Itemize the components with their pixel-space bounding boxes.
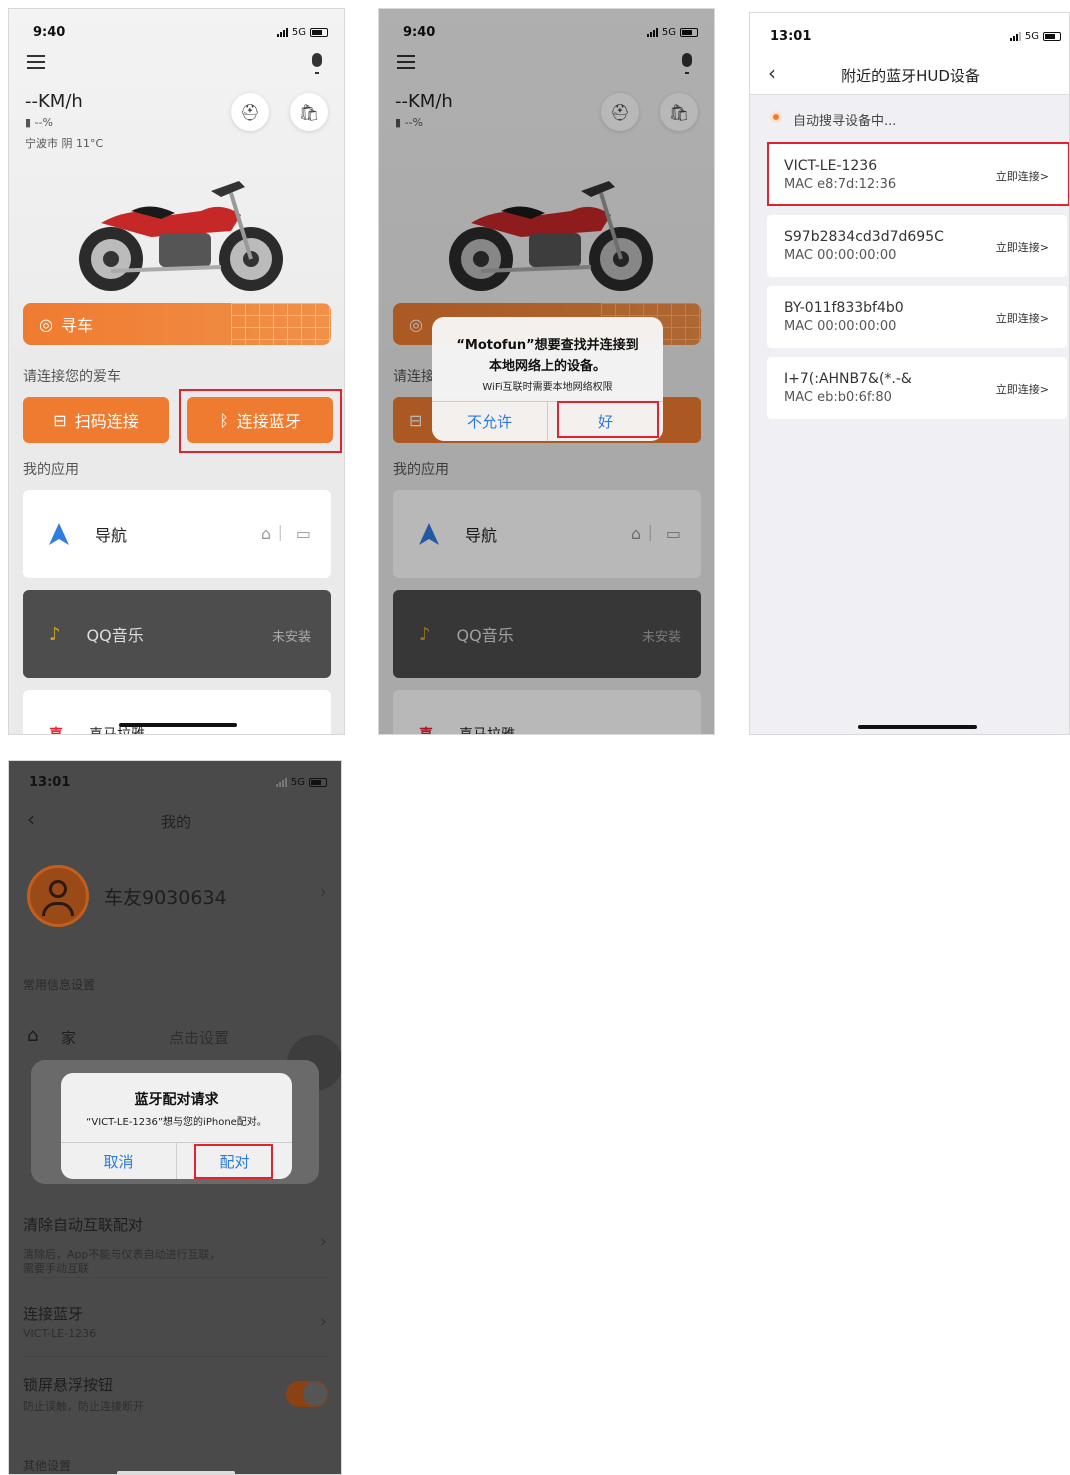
searching-indicator-icon (770, 111, 782, 123)
deny-button[interactable]: 不允许 (432, 402, 547, 441)
status-time: 13:01 (770, 29, 812, 44)
my-apps-heading: 我的应用 (23, 462, 79, 478)
qq-music-icon: ♪ (49, 623, 61, 645)
device-name: BY-011f833bf4b0 (784, 300, 904, 316)
page-title: 我的 (160, 813, 191, 831)
microphone-icon[interactable] (312, 53, 322, 74)
location-pin-icon: ◎ (39, 314, 53, 334)
page-title: 附近的蓝牙HUD设备 (841, 67, 980, 85)
connect-now-link[interactable]: 立即连接> (996, 239, 1049, 255)
device-name: S97b2834cd3d7d695C (784, 229, 944, 245)
device-row[interactable]: I+7(:AHNB7&(*.-& MAC eb:b0:6f:80 立即连接> (767, 357, 1067, 419)
device-row[interactable]: S97b2834cd3d7d695C MAC 00:00:00:00 立即连接> (767, 215, 1067, 277)
briefcase-icon[interactable]: ▭ (296, 524, 311, 543)
screen-bluetooth-devices: 13:01 5G ‹ 附近的蓝牙HUD设备 自动搜寻设备中... VICT-LE… (749, 12, 1070, 735)
app-card-partial[interactable]: 喜 喜马拉雅 (23, 690, 331, 735)
username: 车友9030634 (104, 887, 227, 909)
section-other-settings: 其他设置 (23, 1459, 72, 1473)
fuel-icon: ▮ (25, 116, 32, 129)
helmet-icon-button[interactable]: ⛑ (231, 93, 269, 131)
connect-bluetooth-label[interactable]: 连接蓝牙 (23, 1303, 83, 1324)
scan-connect-label: 扫码连接 (74, 412, 139, 431)
device-mac: MAC 00:00:00:00 (784, 319, 897, 334)
connect-now-link[interactable]: 立即连接> (996, 381, 1049, 397)
highlight-box (179, 389, 342, 453)
status-bar-right: 5G (275, 777, 327, 788)
highlight-box (557, 401, 659, 438)
divider: | (277, 522, 283, 541)
battery-icon (309, 778, 327, 787)
alert-title-line1: “Motofun”想要查找并连接到 (456, 338, 639, 353)
device-row[interactable]: BY-011f833bf4b0 MAC 00:00:00:00 立即连接> (767, 286, 1067, 348)
alert-title-line2: 本地网络上的设备。 (488, 359, 606, 374)
signal-icon (276, 28, 288, 37)
app-card-navigation[interactable]: 导航 ⌂ | ▭ (23, 490, 331, 578)
chevron-right-icon[interactable]: › (320, 1311, 327, 1332)
fuel-value: --% (34, 116, 53, 129)
divider (23, 1277, 327, 1278)
menu-icon[interactable] (27, 55, 45, 69)
home-icon[interactable]: ⌂ (261, 524, 271, 543)
screen-network-permission: 9:40 5G --KM/h ▮ --% ⛑ 🛍 ◎ 请连接 ⊟ 我的应用 导航… (378, 8, 715, 735)
home-value[interactable]: 点击设置 (169, 1027, 229, 1048)
chevron-right-icon[interactable]: › (320, 882, 327, 903)
network-label: 5G (291, 27, 306, 38)
searching-text: 自动搜寻设备中... (793, 114, 897, 129)
status-time: 9:40 (33, 25, 66, 40)
highlight-box (194, 1144, 273, 1179)
cancel-button[interactable]: 取消 (61, 1143, 176, 1179)
network-label: 5G (1024, 31, 1039, 42)
clear-auto-desc-line2: 需要手动互联 (23, 1262, 89, 1275)
find-car-button[interactable]: ◎ 寻车 (23, 303, 331, 345)
lock-float-button-desc: 防止误触，防止连接断开 (23, 1400, 144, 1413)
fuel-readout: ▮ --% (25, 116, 53, 129)
weather-text: 宁波市 阴 11°C (25, 137, 104, 150)
app-card-qq-music[interactable]: ♪ QQ音乐 未安装 (23, 590, 331, 678)
highlight-box (767, 142, 1069, 206)
home-indicator (858, 725, 977, 729)
avatar[interactable] (27, 865, 89, 927)
connect-now-link[interactable]: 立即连接> (996, 310, 1049, 326)
clear-auto-pairing-label[interactable]: 清除自动互联配对 (23, 1214, 143, 1235)
signal-icon (275, 778, 287, 787)
alert-title: 蓝牙配对请求 (134, 1092, 219, 1108)
alert-message: WiFi互联时需要本地网络权限 (482, 382, 613, 393)
device-mac: MAC 00:00:00:00 (784, 248, 897, 263)
navigation-arrow-icon (49, 523, 69, 545)
ximalaya-icon: 喜 (49, 727, 63, 735)
chevron-right-icon[interactable]: › (320, 1231, 327, 1252)
home-indicator (117, 1471, 235, 1474)
connect-prompt: 请连接您的爱车 (23, 369, 121, 385)
home-indicator (119, 723, 237, 727)
home-icon[interactable]: ⌂ (27, 1025, 38, 1046)
status-bar-right: 5G (276, 27, 328, 38)
alert-message: “VICT-LE-1236”想与您的iPhone配对。 (86, 1117, 267, 1128)
device-name: I+7(:AHNB7&(*.-& (784, 371, 912, 387)
speed-readout: --KM/h (25, 91, 83, 112)
battery-icon (310, 28, 328, 37)
grid-decoration (231, 303, 331, 345)
home-label: 家 (61, 1029, 77, 1047)
scan-connect-button[interactable]: ⊟ 扫码连接 (23, 397, 169, 443)
scan-icon: ⊟ (53, 410, 67, 430)
device-mac: MAC eb:b0:6f:80 (784, 390, 892, 405)
screen-home-connect: 9:40 5G --KM/h ▮ --% 宁波市 阴 11°C ⛑ 🛍 ◎ 寻车… (8, 8, 345, 735)
install-status: 未安装 (271, 630, 311, 645)
bag-icon-button[interactable]: 🛍 (290, 93, 328, 131)
screen-profile-pairing: 13:01 5G ‹ 我的 车友9030634 › 常用信息设置 ⌂ 家 点击设… (8, 760, 342, 1475)
network-label: 5G (290, 777, 305, 788)
battery-icon (1043, 32, 1061, 41)
lock-float-button-label: 锁屏悬浮按钮 (23, 1376, 114, 1394)
app-name: 导航 (95, 526, 128, 545)
find-car-label: 寻车 (60, 316, 93, 335)
divider (23, 1356, 327, 1357)
status-bar-right: 5G (1009, 31, 1061, 42)
section-common-settings: 常用信息设置 (23, 978, 96, 992)
motorcycle-image (79, 181, 283, 291)
lock-float-toggle[interactable] (286, 1381, 328, 1407)
app-name: QQ音乐 (86, 626, 144, 645)
status-time: 13:01 (29, 775, 71, 790)
signal-icon (1009, 32, 1021, 41)
connect-bluetooth-value: VICT-LE-1236 (23, 1327, 97, 1340)
